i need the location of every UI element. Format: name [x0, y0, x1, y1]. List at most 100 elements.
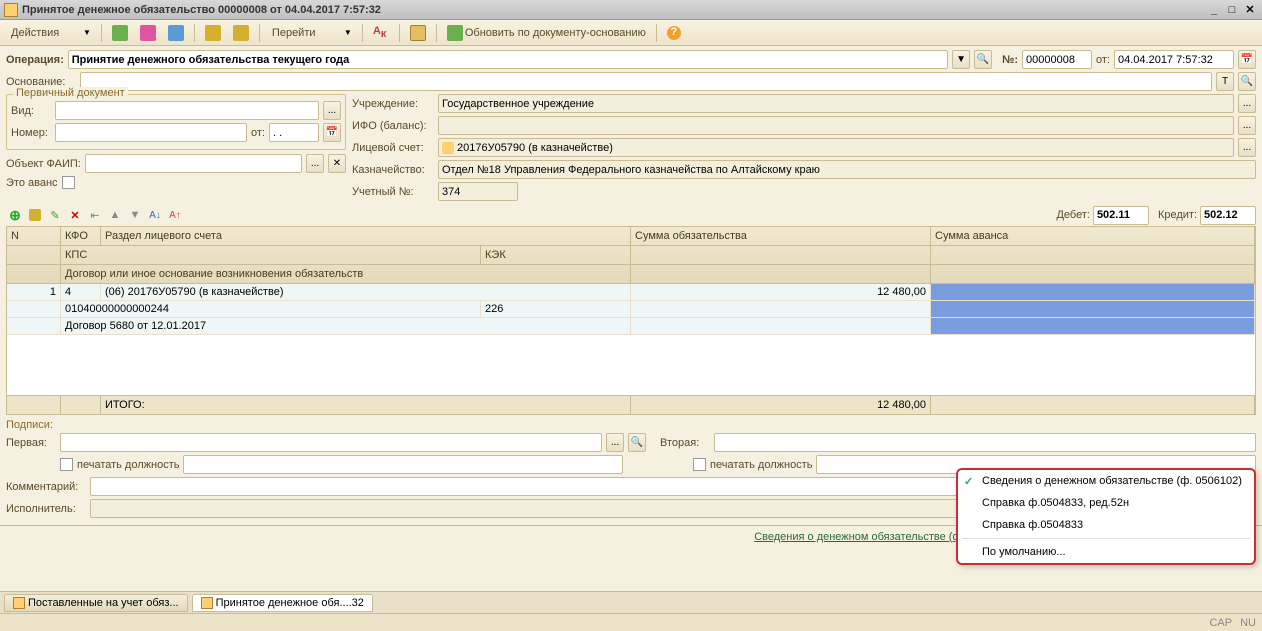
ifo-select[interactable]: ... [1238, 116, 1256, 135]
actions-menu[interactable]: Действия▼ [4, 23, 96, 43]
popup-item-1[interactable]: Сведения о денежном обязательстве (ф. 05… [958, 470, 1254, 492]
first-sign-select[interactable]: ... [606, 433, 624, 452]
tb-icon-3[interactable] [163, 23, 189, 43]
tab-registered[interactable]: Поставленные на учет обяз... [4, 594, 188, 612]
operation-dd[interactable]: ▼ [952, 50, 970, 69]
object-faip-select[interactable]: ... [306, 154, 324, 173]
operation-select[interactable]: Принятие денежного обязательства текущег… [68, 50, 948, 69]
tb-icon-5[interactable] [228, 23, 254, 43]
sort-desc-icon: A↑ [169, 210, 181, 221]
comment-label: Комментарий: [6, 481, 86, 493]
edit-row-button[interactable]: ✎ [46, 206, 64, 224]
object-faip-field[interactable] [85, 154, 302, 173]
print-pos-1-label: печатать должность [77, 459, 179, 471]
move-first-button[interactable]: ⇤ [86, 206, 104, 224]
th-kek[interactable]: КЭК [481, 246, 631, 264]
cap-indicator: CAP [1209, 617, 1232, 629]
primary-doc-title: Первичный документ [13, 87, 128, 99]
print-pos-1-checkbox[interactable] [60, 458, 73, 471]
th-dogovor[interactable]: Договор или иное основание возникновения… [61, 265, 631, 283]
th-n[interactable]: N [7, 227, 61, 245]
vid-field[interactable] [55, 101, 319, 120]
popup-item-default[interactable]: По умолчанию... [958, 541, 1254, 563]
second-sign-label: Вторая: [660, 437, 710, 449]
uchr-select[interactable]: ... [1238, 94, 1256, 113]
operation-search[interactable]: 🔍 [974, 50, 992, 69]
nomer-field[interactable] [55, 123, 247, 142]
num-field[interactable]: 00000008 [1022, 50, 1092, 69]
copy-row-button[interactable] [26, 206, 44, 224]
uchn-label: Учетный №: [352, 186, 434, 198]
ot-calendar[interactable]: 📅 [323, 123, 341, 142]
basis-t-button[interactable]: T [1216, 72, 1234, 91]
first-sign-search[interactable]: 🔍 [628, 433, 646, 452]
tb-icon-7[interactable] [405, 23, 431, 43]
doc-icon [201, 597, 213, 609]
eto-avans-checkbox[interactable] [62, 176, 75, 189]
table-row[interactable]: Договор 5680 от 12.01.2017 [7, 318, 1255, 335]
kredit-label: Кредит: [1158, 209, 1197, 221]
lic-select[interactable]: ... [1238, 138, 1256, 157]
move-up-button[interactable]: ▲ [106, 206, 124, 224]
num-indicator: NU [1240, 617, 1256, 629]
ifo-field[interactable] [438, 116, 1234, 135]
lic-field[interactable]: 20176У05790 (в казначействе) [438, 138, 1234, 157]
move-down-button[interactable]: ▼ [126, 206, 144, 224]
first-icon: ⇤ [90, 209, 99, 222]
second-sign-field[interactable] [714, 433, 1256, 452]
nomer-label: Номер: [11, 127, 51, 139]
object-faip-clear[interactable]: ✕ [328, 154, 346, 173]
add-row-button[interactable]: ⊕ [6, 206, 24, 224]
popup-item-3[interactable]: Справка ф.0504833 [958, 514, 1254, 536]
ot-date-field[interactable]: . . [269, 123, 319, 142]
basis-search[interactable]: 🔍 [1238, 72, 1256, 91]
th-summa[interactable]: Сумма обязательства [631, 227, 931, 245]
debet-field[interactable]: 502.11 [1093, 206, 1149, 225]
ot-label: от: [251, 127, 265, 139]
th-kps[interactable]: КПС [61, 246, 481, 264]
basis-field[interactable] [80, 72, 1212, 91]
goto-menu[interactable]: Перейти▼ [265, 23, 357, 43]
maximize-button[interactable]: □ [1224, 3, 1240, 17]
print-pos-2-label: печатать должность [710, 459, 812, 471]
table-row[interactable]: 1 4 (06) 20176У05790 (в казначействе) 12… [7, 284, 1255, 301]
list-icon [410, 25, 426, 41]
help-button[interactable]: ? [662, 23, 686, 43]
position-1-field[interactable] [183, 455, 623, 474]
print-menu-popup: Сведения о денежном обязательстве (ф. 05… [956, 468, 1256, 565]
kredit-field[interactable]: 502.12 [1200, 206, 1256, 225]
table-toolbar: ⊕ ✎ ✕ ⇤ ▲ ▼ A↓ A↑ Дебет: 502.11 Кредит: … [6, 204, 1256, 226]
doc-icon [13, 597, 25, 609]
vid-select[interactable]: ... [323, 101, 341, 120]
tab-current[interactable]: Принятое денежное обя....32 [192, 594, 373, 612]
th-razdel[interactable]: Раздел лицевого счета [101, 227, 631, 245]
sort-asc-button[interactable]: A↓ [146, 206, 164, 224]
minimize-button[interactable]: _ [1206, 3, 1222, 17]
th-avans[interactable]: Сумма аванса [931, 227, 1255, 245]
first-sign-field[interactable] [60, 433, 602, 452]
date-field[interactable]: 04.04.2017 7:57:32 [1114, 50, 1234, 69]
object-faip-label: Объект ФАИП: [6, 158, 81, 170]
window-title: Принятое денежное обязательство 00000008… [22, 4, 1204, 16]
delete-row-button[interactable]: ✕ [66, 206, 84, 224]
tb-icon-6[interactable]: Aк [368, 23, 394, 43]
kazn-field: Отдел №18 Управления Федерального казнач… [438, 160, 1256, 179]
uchr-field[interactable]: Государственное учреждение [438, 94, 1234, 113]
sort-desc-button[interactable]: A↑ [166, 206, 184, 224]
sort-asc-icon: A↓ [149, 210, 161, 221]
th-kfo[interactable]: КФО [61, 227, 101, 245]
tb-icon-4[interactable] [200, 23, 226, 43]
date-calendar[interactable]: 📅 [1238, 50, 1256, 69]
basis-label: Основание: [6, 76, 76, 88]
avans-cell[interactable] [931, 284, 1255, 300]
table-row[interactable]: 01040000000000244 226 [7, 301, 1255, 318]
plus-icon: ⊕ [9, 207, 21, 224]
tb-icon-1[interactable] [107, 23, 133, 43]
first-sign-label: Первая: [6, 437, 56, 449]
ifo-label: ИФО (баланс): [352, 120, 434, 132]
close-button[interactable]: ✕ [1242, 3, 1258, 17]
tb-icon-2[interactable] [135, 23, 161, 43]
popup-item-2[interactable]: Справка ф.0504833, ред.52н [958, 492, 1254, 514]
print-pos-2-checkbox[interactable] [693, 458, 706, 471]
refresh-by-basis-button[interactable]: Обновить по документу-основанию [442, 23, 651, 43]
